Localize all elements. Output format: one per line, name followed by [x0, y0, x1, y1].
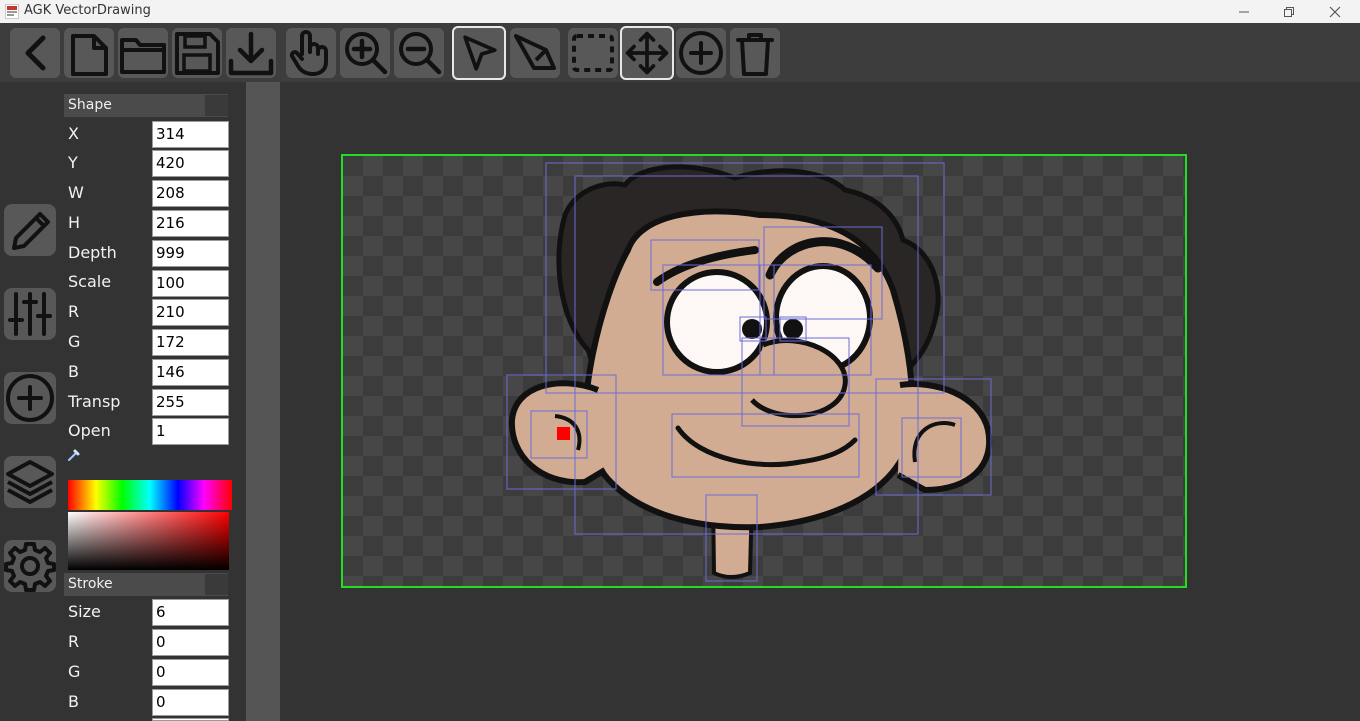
vector-artwork[interactable] — [0, 0, 1360, 721]
left-pupil — [742, 319, 762, 339]
drawing-canvas[interactable] — [341, 154, 1187, 588]
right-ear-shape — [896, 381, 993, 494]
selected-point — [557, 427, 570, 440]
right-pupil — [783, 319, 803, 339]
